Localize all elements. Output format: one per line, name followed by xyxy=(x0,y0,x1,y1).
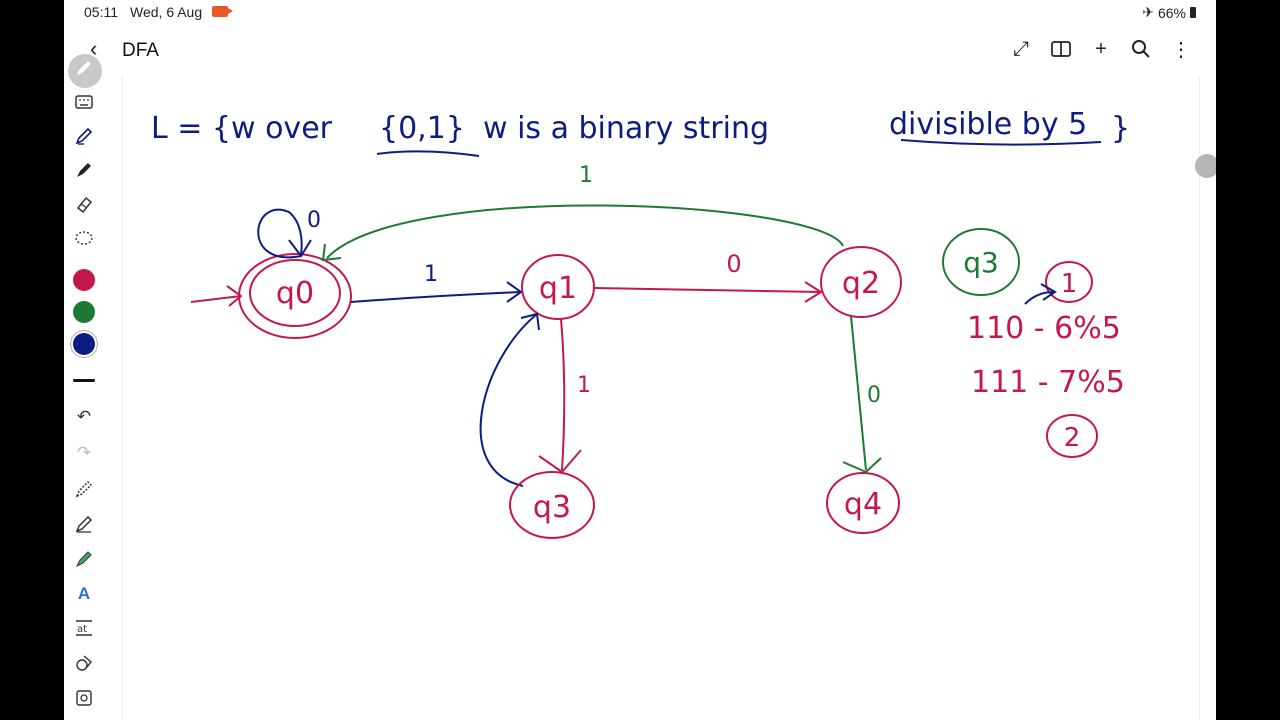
toolbar-actions: ⤢ + ⋮ xyxy=(1008,36,1194,62)
page-title: DFA xyxy=(122,40,159,61)
transition-q1-q2 xyxy=(593,287,822,293)
side-mark-2: 2 xyxy=(1064,423,1081,453)
shapes-icon[interactable] xyxy=(70,649,98,677)
transition-q0-q1-symbol: 1 xyxy=(424,262,438,287)
keyboard-icon[interactable] xyxy=(70,88,98,116)
pen-icon[interactable] xyxy=(70,122,98,150)
note-canvas[interactable]: L = {w over {0,1} w is a binary string d… xyxy=(122,76,1200,720)
image-icon[interactable] xyxy=(70,684,98,712)
color-swatch-crimson[interactable] xyxy=(73,269,95,291)
more-icon[interactable]: ⋮ xyxy=(1168,36,1194,62)
pen-circle-icon[interactable] xyxy=(68,54,102,88)
transition-q2-q4 xyxy=(850,315,867,471)
state-q1-label: q1 xyxy=(539,271,577,306)
color-swatch-green[interactable] xyxy=(73,301,95,323)
state-q2-label: q2 xyxy=(842,266,880,301)
heading-alphabet: {0,1} xyxy=(379,111,465,146)
transition-q2-q4-head xyxy=(842,457,882,474)
transition-q1-q2-symbol: 0 xyxy=(726,250,741,278)
transition-q1-q3-symbol: 1 xyxy=(577,373,591,398)
state-q0-label: q0 xyxy=(276,276,314,311)
screen-record-icon xyxy=(212,6,233,17)
tool-sidebar: ↶ ↷ A at xyxy=(64,52,104,720)
add-icon[interactable]: + xyxy=(1088,36,1114,62)
expand-icon[interactable]: ⤢ xyxy=(1008,36,1034,62)
alphabet-underline xyxy=(376,150,480,157)
handwritten-note: L = {w over {0,1} w is a binary string d… xyxy=(151,107,1130,539)
status-right: ✈ 66% xyxy=(1142,4,1196,21)
status-time: 05:11 xyxy=(84,4,118,20)
highlighter-icon[interactable] xyxy=(70,545,98,573)
text-format-icon[interactable]: at xyxy=(70,614,98,642)
undo-icon[interactable]: ↶ xyxy=(70,403,98,431)
app-screen: 05:11 Wed, 6 Aug ✈ 66% ‹ DFA ⤢ + ⋮ ↶ ↷ A… xyxy=(64,0,1216,720)
scroll-handle[interactable] xyxy=(1195,154,1216,178)
transition-q2-q4-symbol: 0 xyxy=(867,383,881,408)
transition-q0-self-symbol: 0 xyxy=(307,208,321,233)
book-icon[interactable] xyxy=(1048,36,1074,62)
transition-q0-self xyxy=(257,208,303,259)
side-circled-state-label: q3 xyxy=(963,246,999,279)
stroke-width-indicator[interactable] xyxy=(73,379,95,382)
transition-q2-q0 xyxy=(326,204,844,259)
transition-q0-q1 xyxy=(350,291,522,303)
state-q3-label: q3 xyxy=(533,490,571,525)
lasso-icon[interactable] xyxy=(70,224,98,252)
redo-icon[interactable]: ↷ xyxy=(70,439,98,467)
heading-emphasis: divisible by 5 xyxy=(889,107,1087,142)
color-swatch-navy[interactable] xyxy=(73,333,95,355)
top-toolbar: ‹ DFA ⤢ + ⋮ xyxy=(64,26,1216,76)
marker-icon[interactable] xyxy=(70,156,98,184)
side-mark-1: 1 xyxy=(1061,269,1078,299)
battery-percent: 66% xyxy=(1157,4,1186,21)
side-line-1: 110 - 6%5 xyxy=(967,311,1121,346)
text-icon[interactable]: A xyxy=(70,580,98,608)
status-date: Wed, 6 Aug xyxy=(130,4,203,20)
heading-close: } xyxy=(1111,111,1130,146)
transition-q2-q0-symbol: 1 xyxy=(579,163,593,188)
side-line-2: 111 - 7%5 xyxy=(971,365,1125,400)
state-q4-label: q4 xyxy=(844,487,882,522)
svg-text:at: at xyxy=(77,624,87,635)
transition-q1-q3 xyxy=(560,318,566,471)
search-icon[interactable] xyxy=(1128,36,1154,62)
airplane-mode-icon: ✈ xyxy=(1142,4,1154,20)
heading-prefix: L = {w over xyxy=(151,111,333,146)
transition-q1-q3-head xyxy=(538,449,582,474)
shape-pen-icon[interactable] xyxy=(70,510,98,538)
status-bar: 05:11 Wed, 6 Aug ✈ 66% xyxy=(64,0,1216,24)
side-arrow xyxy=(1024,291,1054,305)
battery-icon xyxy=(1190,7,1196,18)
heading-middle: w is a binary string xyxy=(483,111,769,146)
eraser-icon[interactable] xyxy=(70,190,98,218)
pen-settings-icon[interactable] xyxy=(70,475,98,503)
transition-q3-q1 xyxy=(479,313,538,487)
